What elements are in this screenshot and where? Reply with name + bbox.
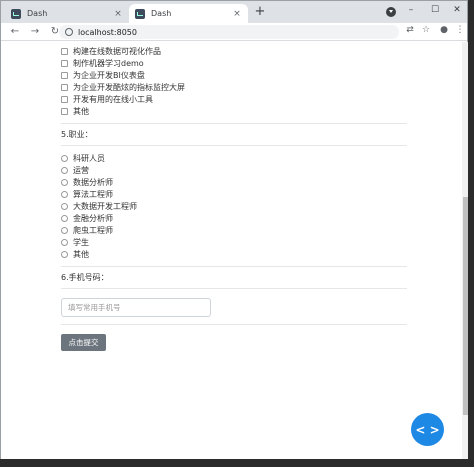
dash-favicon-icon (11, 8, 21, 19)
radio-item[interactable]: 算法工程师 (61, 188, 407, 200)
checklist-item[interactable]: 开发有用的在线小工具 (61, 93, 407, 105)
page-scrollbar[interactable] (462, 42, 468, 459)
radio-button[interactable] (61, 250, 68, 258)
section-divider (61, 324, 407, 325)
new-tab-button[interactable]: + (253, 5, 267, 18)
radio-button[interactable] (61, 202, 68, 210)
radio-item[interactable]: 爬虫工程师 (61, 224, 407, 236)
bookmark-star-icon[interactable]: ☆ (419, 25, 433, 35)
section-divider (61, 288, 407, 289)
section-divider (61, 266, 407, 267)
site-info-icon[interactable] (65, 28, 73, 36)
close-tab-icon[interactable]: × (113, 9, 123, 19)
radio-item[interactable]: 运营 (61, 164, 407, 176)
checklist-item[interactable]: 构建在线数据可视化作品 (61, 45, 407, 57)
page-viewport: 构建在线数据可视化作品 制作机器学习demo 为企业开发BI仪表盘 为企业开发酷… (1, 42, 462, 459)
section-divider (61, 145, 407, 146)
radio-button[interactable] (61, 166, 68, 174)
back-button[interactable]: ← (7, 26, 23, 37)
tab-dash-1[interactable]: Dash × (5, 4, 129, 23)
address-bar[interactable]: localhost:8050 (59, 25, 399, 39)
radio-button[interactable] (61, 238, 68, 246)
submit-button[interactable]: 点击提交 (61, 334, 106, 351)
browser-toolbar: ← → ↻ localhost:8050 ⇄ ☆ ● ⋮ (1, 23, 467, 41)
url-text: localhost:8050 (78, 27, 137, 37)
checklist-item[interactable]: 制作机器学习demo (61, 57, 407, 69)
checkbox[interactable] (61, 83, 68, 91)
browser-window: Dash × Dash × + – ☐ ✕ ← → ↻ localhost:80… (0, 0, 468, 459)
phone-input[interactable] (61, 298, 211, 317)
maximize-button[interactable]: ☐ (427, 3, 443, 17)
radio-item[interactable]: 金融分析师 (61, 212, 407, 224)
checkbox[interactable] (61, 47, 68, 55)
dash-favicon-icon (135, 8, 145, 19)
menu-icon[interactable]: ⋮ (453, 25, 467, 35)
minimize-button[interactable]: – (403, 3, 419, 17)
phone-field-wrapper (61, 298, 407, 317)
question-6-label: 6.手机号码： (61, 273, 109, 282)
checkbox[interactable] (61, 95, 68, 103)
radio-item[interactable]: 学生 (61, 236, 407, 248)
question-5-label: 5.职业： (61, 130, 93, 139)
radio-item[interactable]: 其他 (61, 248, 407, 260)
close-window-button[interactable]: ✕ (449, 3, 465, 17)
profile-indicator-icon[interactable] (386, 7, 396, 17)
radio-item[interactable]: 科研人员 (61, 152, 407, 164)
submit-wrapper: 点击提交 (61, 334, 407, 351)
scrollbar-thumb[interactable] (463, 197, 468, 415)
checkbox[interactable] (61, 59, 68, 67)
checkbox[interactable] (61, 107, 68, 115)
profile-icon[interactable]: ● (437, 25, 451, 35)
survey-form: 构建在线数据可视化作品 制作机器学习demo 为企业开发BI仪表盘 为企业开发酷… (61, 45, 407, 351)
close-tab-icon[interactable]: × (232, 9, 242, 19)
radio-item[interactable]: 大数据开发工程师 (61, 200, 407, 212)
radio-button[interactable] (61, 190, 68, 198)
tab-dash-2[interactable]: Dash × (129, 4, 248, 23)
occupation-radio-group: 科研人员 运营 数据分析师 算法工程师 大数据开发工程师 金融分析师 爬虫工程师… (61, 152, 407, 260)
forward-button[interactable]: → (27, 26, 43, 37)
radio-button[interactable] (61, 214, 68, 222)
radio-item[interactable]: 数据分析师 (61, 176, 407, 188)
radio-button[interactable] (61, 226, 68, 234)
checklist-item[interactable]: 为企业开发酷炫的指标监控大屏 (61, 81, 407, 93)
tab-title: Dash (151, 9, 172, 18)
desktop-taskbar (0, 459, 474, 467)
works-checklist: 构建在线数据可视化作品 制作机器学习demo 为企业开发BI仪表盘 为企业开发酷… (61, 45, 407, 117)
tab-title: Dash (27, 9, 48, 18)
translate-icon[interactable]: ⇄ (403, 25, 417, 35)
radio-button[interactable] (61, 178, 68, 186)
checklist-item[interactable]: 为企业开发BI仪表盘 (61, 69, 407, 81)
checklist-item[interactable]: 其他 (61, 105, 407, 117)
code-icon[interactable]: < > (411, 413, 444, 446)
radio-button[interactable] (61, 154, 68, 162)
checkbox[interactable] (61, 71, 68, 79)
tab-strip: Dash × Dash × + – ☐ ✕ (1, 1, 467, 23)
section-divider (61, 123, 407, 124)
